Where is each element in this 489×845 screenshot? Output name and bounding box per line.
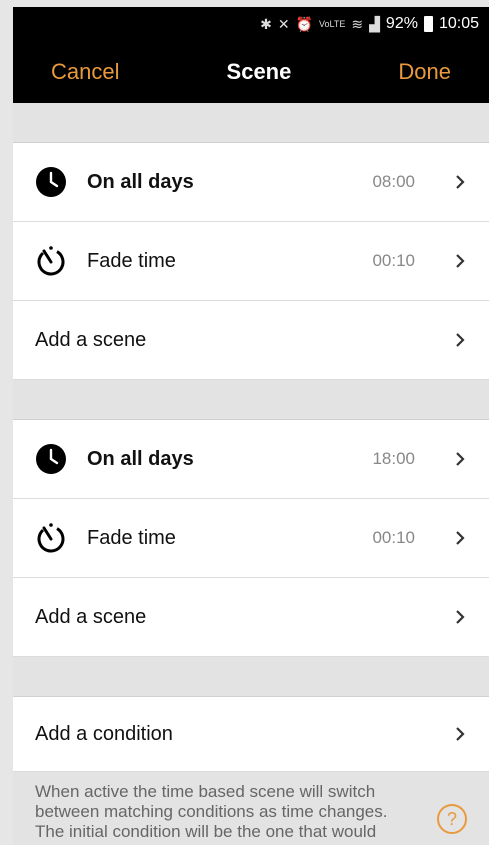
alarm-icon: ⏰: [295, 15, 314, 32]
help-icon[interactable]: ?: [437, 804, 467, 834]
clock: 10:05: [438, 15, 479, 32]
fade-time-label: Fade time: [87, 526, 176, 549]
bluetooth-icon: ✱: [260, 15, 272, 32]
battery-icon: [423, 16, 433, 32]
scene-list: On all days 08:00 Fade time 00:10 Add a …: [13, 103, 489, 845]
schedule-time: 08:00: [372, 172, 415, 191]
chevron-right-icon: [456, 254, 465, 268]
status-bar: ✱ ✕ ⏰ VoLTE ≋ ▟ 92% 10:05: [13, 7, 489, 41]
chevron-right-icon: [456, 727, 465, 741]
schedule-label: On all days: [87, 447, 194, 470]
section-divider: [13, 103, 489, 143]
timer-icon: [37, 246, 65, 276]
section-divider: [13, 380, 489, 420]
mute-icon: ✕: [277, 15, 290, 32]
clock-icon: [36, 444, 66, 474]
description-panel: When active the time based scene will sw…: [13, 772, 489, 845]
signal-icon: ▟: [369, 15, 380, 32]
chevron-right-icon: [456, 531, 465, 545]
add-scene-row[interactable]: Add a scene: [13, 301, 489, 380]
description-text: When active the time based scene will sw…: [35, 782, 388, 845]
battery-percent: 92%: [385, 15, 418, 32]
chevron-right-icon: [456, 333, 465, 347]
add-scene-label: Add a scene: [35, 605, 147, 628]
cancel-button[interactable]: Cancel: [51, 59, 119, 85]
fade-time-row[interactable]: Fade time 00:10: [13, 499, 489, 578]
fade-time-label: Fade time: [87, 249, 176, 272]
timer-icon: [37, 523, 65, 553]
done-button[interactable]: Done: [398, 59, 451, 85]
page-title: Scene: [226, 59, 292, 84]
add-scene-row[interactable]: Add a scene: [13, 578, 489, 657]
fade-time-value: 00:10: [372, 251, 415, 270]
section-divider: [13, 657, 489, 697]
schedule-label: On all days: [87, 170, 194, 193]
fade-time-row[interactable]: Fade time 00:10: [13, 222, 489, 301]
add-condition-row[interactable]: Add a condition: [13, 697, 489, 772]
wifi-icon: ≋: [351, 15, 364, 32]
app-bar: Cancel Scene Done: [13, 41, 489, 103]
chevron-right-icon: [456, 610, 465, 624]
fade-time-value: 00:10: [372, 528, 415, 547]
clock-icon: [36, 167, 66, 197]
schedule-time: 18:00: [372, 449, 415, 468]
add-condition-label: Add a condition: [35, 722, 173, 745]
chevron-right-icon: [456, 452, 465, 466]
schedule-row[interactable]: On all days 08:00: [13, 143, 489, 222]
add-scene-label: Add a scene: [35, 328, 147, 351]
volte-icon: VoLTE: [319, 18, 346, 29]
chevron-right-icon: [456, 175, 465, 189]
schedule-row[interactable]: On all days 18:00: [13, 420, 489, 499]
